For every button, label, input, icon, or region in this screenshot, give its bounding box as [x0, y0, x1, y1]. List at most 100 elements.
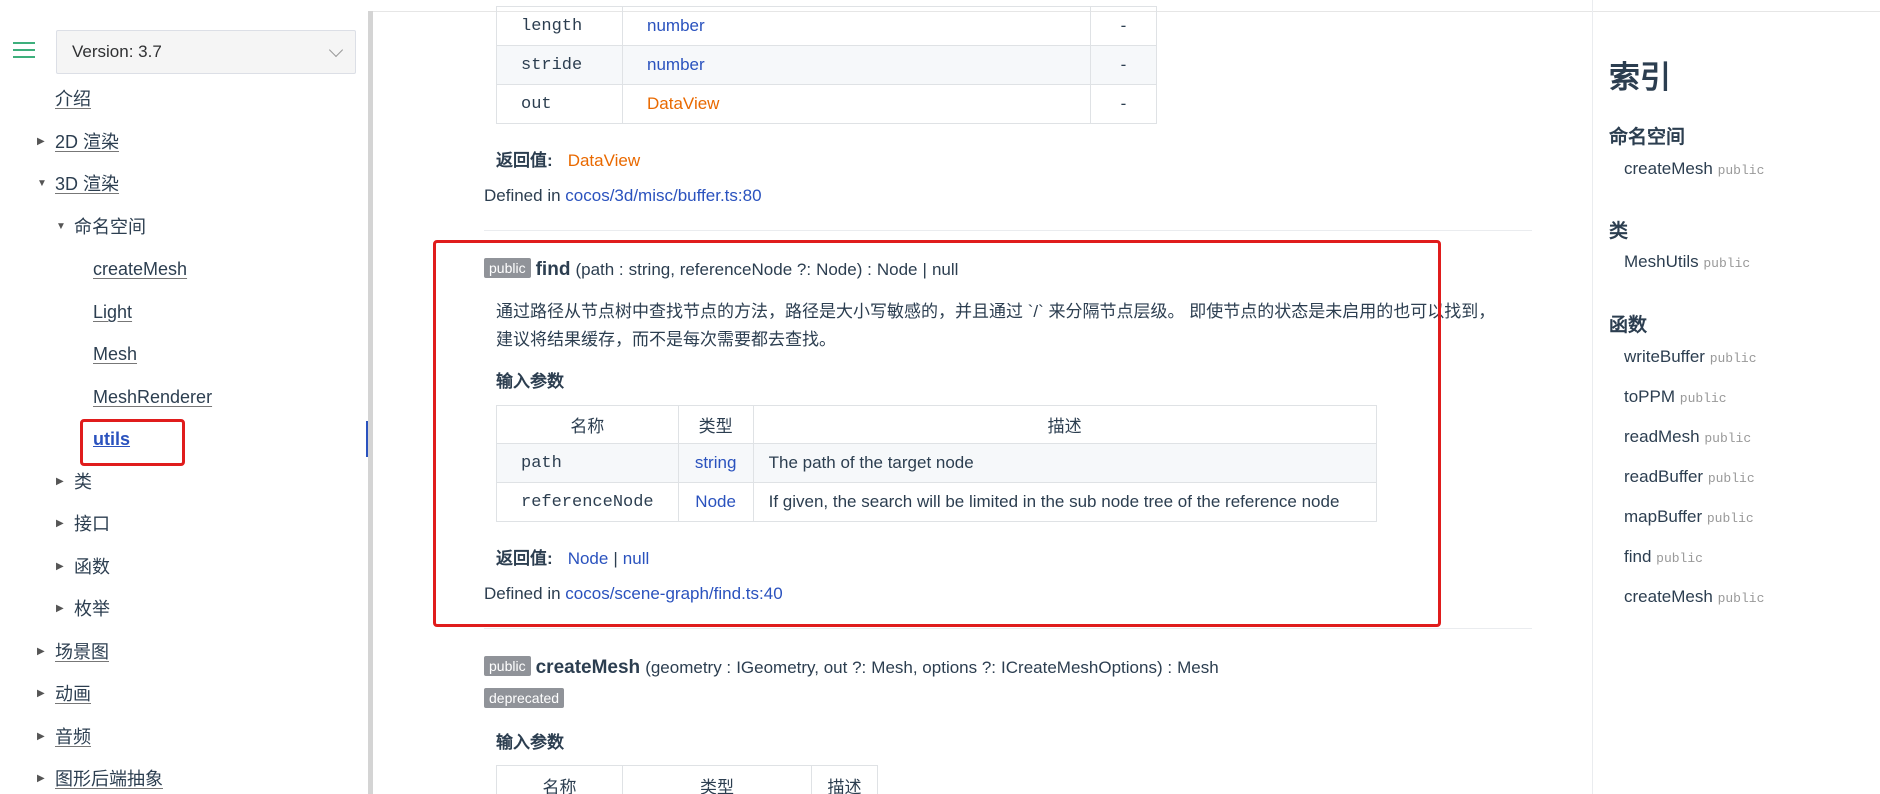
caret-right-icon: ▶ [56, 476, 64, 487]
type-link[interactable]: IGeometry [736, 658, 814, 677]
defined-in-label: Defined in [484, 186, 561, 205]
sidebar-item-label: 接口 [74, 514, 110, 534]
version-select[interactable]: Version: 3.7 [56, 30, 356, 74]
index-item-label: createMesh [1624, 587, 1713, 606]
version-label: Version: 3.7 [72, 42, 162, 61]
prev-params-table: length number - stride number - out Data… [496, 6, 1157, 124]
sig-part: ) : [1156, 658, 1173, 677]
param-type: number [622, 6, 1091, 46]
param-name: stride [496, 45, 623, 85]
param-desc: - [1090, 84, 1157, 124]
sidebar-item-scene-graph[interactable]: ▶ 场景图 [37, 637, 109, 667]
sidebar-item-animation[interactable]: ▶ 动画 [37, 679, 91, 709]
header-desc: 描述 [811, 765, 878, 794]
return-label: 返回值: [496, 151, 553, 170]
createmesh-params-table: 名称 类型 描述 [496, 765, 878, 794]
index-item-createmesh-fn[interactable]: createMesh public [1624, 587, 1764, 607]
index-item-label: createMesh [1624, 159, 1713, 178]
sidebar-item-meshrenderer[interactable]: MeshRenderer [93, 382, 212, 412]
sidebar-item-functions[interactable]: ▶ 函数 [56, 552, 110, 582]
index-section-title: 类 [1609, 221, 1629, 242]
param-type: number [622, 45, 1091, 85]
index-item-writebuffer[interactable]: writeBuffer public [1624, 347, 1757, 367]
index-item-label: mapBuffer [1624, 507, 1703, 526]
param-name: out [496, 84, 623, 124]
return-type: DataView [567, 151, 641, 170]
caret-down-icon: ▼ [56, 221, 66, 232]
sidebar-item-enums[interactable]: ▶ 枚举 [56, 594, 110, 624]
sidebar: Version: 3.7 介绍 ▶ 2D 渲染 ▼ 3D 渲染 ▼ 命名空间 crea… [0, 0, 373, 794]
public-tag: public [1703, 256, 1751, 271]
param-type: DataView [622, 84, 1091, 124]
highlight-box-utils [80, 419, 185, 466]
type-link[interactable]: number [647, 16, 705, 35]
public-tag: public [1717, 591, 1765, 606]
type-link[interactable]: number [647, 55, 705, 74]
type-link[interactable]: Mesh [871, 658, 913, 677]
sig-part: , options ?: [912, 658, 997, 677]
sidebar-item-label: 类 [74, 472, 92, 492]
index-item-readmesh[interactable]: readMesh public [1624, 427, 1751, 447]
table-row: stride number - [496, 45, 1157, 85]
sidebar-item-label: 音频 [55, 727, 91, 747]
sidebar-item-audio[interactable]: ▶ 音频 [37, 722, 91, 752]
caret-right-icon: ▶ [37, 646, 45, 657]
prev-defined-in: Defined in cocos/3d/misc/buffer.ts:80 [484, 186, 762, 206]
sidebar-item-label: 场景图 [55, 642, 109, 662]
public-tag: public [1704, 431, 1752, 446]
caret-right-icon: ▶ [56, 603, 64, 614]
sidebar-item-2d[interactable]: ▶ 2D 渲染 [37, 127, 119, 157]
caret-right-icon: ▶ [37, 136, 45, 147]
caret-right-icon: ▶ [37, 731, 45, 742]
public-tag: public [1706, 511, 1754, 526]
index-item-meshutils[interactable]: MeshUtils public [1624, 252, 1750, 272]
index-item-label: find [1624, 547, 1652, 566]
public-tag: public [1679, 391, 1727, 406]
deprecated-badge: deprecated [484, 688, 565, 708]
caret-right-icon: ▶ [56, 518, 64, 529]
header-type: 类型 [622, 765, 812, 794]
menu-icon[interactable] [13, 42, 35, 60]
table-row: length number - [496, 6, 1157, 46]
sidebar-item-mesh[interactable]: Mesh [93, 339, 137, 369]
chevron-down-icon [328, 42, 344, 58]
source-link[interactable]: cocos/3d/misc/buffer.ts:80 [565, 186, 761, 205]
index-item-label: writeBuffer [1624, 347, 1705, 366]
sidebar-item-light[interactable]: Light [93, 297, 132, 327]
param-desc: - [1090, 6, 1157, 46]
table-header: 名称 类型 描述 [496, 765, 878, 794]
param-desc: - [1090, 45, 1157, 85]
function-name: createMesh [535, 657, 641, 678]
caret-right-icon: ▶ [56, 561, 64, 572]
index-item-find[interactable]: find public [1624, 547, 1703, 567]
sidebar-item-interfaces[interactable]: ▶ 接口 [56, 509, 110, 539]
index-item-mapbuffer[interactable]: mapBuffer public [1624, 507, 1754, 527]
page-index: 索引 命名空间 createMesh public 类 MeshUtils pu… [1592, 0, 1880, 794]
sidebar-item-namespace[interactable]: ▼ 命名空间 [56, 212, 146, 242]
index-item-label: MeshUtils [1624, 252, 1699, 271]
sig-part: (geometry : [645, 658, 732, 677]
type-link[interactable]: ICreateMeshOptions [1001, 658, 1157, 677]
sidebar-item-createmesh[interactable]: createMesh [93, 254, 187, 284]
index-section-title: 命名空间 [1609, 127, 1686, 148]
index-section-title: 函数 [1609, 315, 1648, 336]
index-item-createmesh[interactable]: createMesh public [1624, 159, 1764, 179]
sidebar-item-classes[interactable]: ▶ 类 [56, 467, 92, 497]
caret-right-icon: ▶ [37, 688, 45, 699]
index-item-readbuffer[interactable]: readBuffer public [1624, 467, 1755, 487]
sidebar-item-label: 动画 [55, 684, 91, 704]
index-item-toppm[interactable]: toPPM public [1624, 387, 1727, 407]
sidebar-item-label: 图形后端抽象 [55, 769, 163, 789]
sidebar-item-intro[interactable]: 介绍 [55, 84, 91, 114]
sidebar-item-gfx[interactable]: ▶ 图形后端抽象 [37, 764, 163, 794]
public-tag: public [1709, 351, 1757, 366]
index-title: 索引 [1609, 60, 1671, 95]
caret-down-icon: ▼ [37, 178, 47, 189]
type-link[interactable]: Mesh [1177, 658, 1219, 677]
public-tag: public [1656, 551, 1703, 566]
index-item-label: readMesh [1624, 427, 1700, 446]
caret-right-icon: ▶ [37, 773, 45, 784]
highlight-box-find [433, 240, 1441, 627]
sidebar-item-3d[interactable]: ▼ 3D 渲染 [37, 169, 119, 199]
sidebar-item-label: 枚举 [74, 599, 110, 619]
